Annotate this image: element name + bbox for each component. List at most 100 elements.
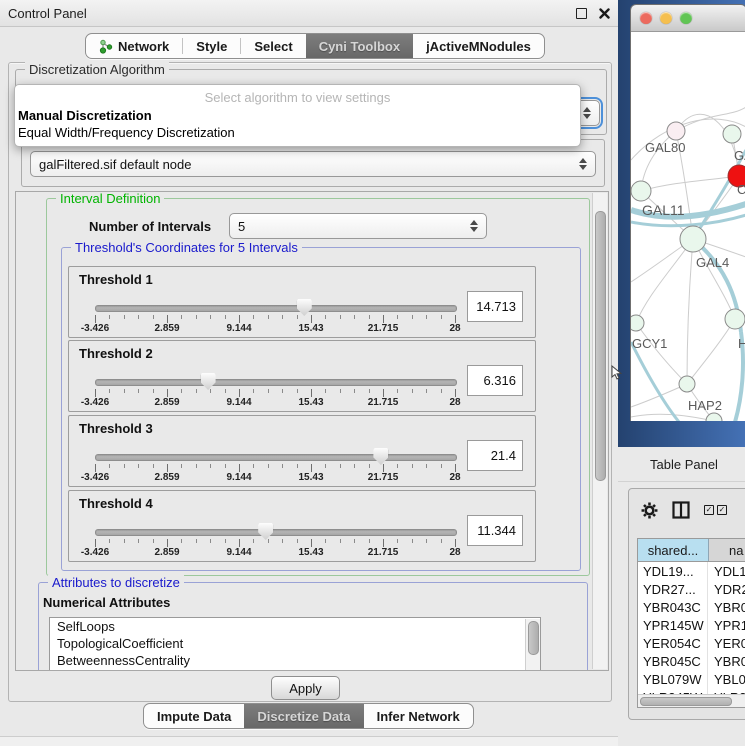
- threshold-value-field[interactable]: 11.344: [467, 515, 523, 546]
- attribute-list-item[interactable]: SelfLoops: [50, 618, 540, 635]
- tab-select[interactable]: Select: [241, 34, 305, 58]
- network-tab-icon: [99, 39, 113, 54]
- attribute-list-item[interactable]: BetweennessCentrality: [50, 652, 540, 669]
- network-node[interactable]: [631, 181, 651, 201]
- slider-tick-label: 2.859: [154, 472, 179, 483]
- cell-name[interactable]: YBR0: [708, 652, 745, 670]
- slider-tick: [253, 389, 254, 393]
- slider-tick: [311, 464, 312, 472]
- cell-shared-name[interactable]: YDR27...: [638, 580, 708, 598]
- attributes-list-scrollbar[interactable]: [525, 619, 540, 671]
- numerical-attributes-list[interactable]: SelfLoopsTopologicalCoefficientBetweenne…: [49, 617, 541, 671]
- checkbox-icon[interactable]: ✓: [704, 505, 714, 515]
- float-panel-icon[interactable]: [576, 8, 587, 19]
- tab-label: jActiveMNodules: [426, 39, 531, 54]
- cell-name[interactable]: YBR0: [708, 598, 745, 616]
- slider-tick-label: 2.859: [154, 547, 179, 558]
- gear-icon[interactable]: [641, 502, 658, 519]
- tab-label: Infer Network: [377, 709, 460, 724]
- cell-shared-name[interactable]: YDL19...: [638, 562, 708, 580]
- table-row[interactable]: YDR27...YDR2: [638, 580, 745, 598]
- threshold-slider[interactable]: [95, 379, 457, 386]
- network-node[interactable]: [680, 226, 706, 252]
- close-icon[interactable]: [599, 8, 610, 19]
- minimize-traffic-light-icon[interactable]: [660, 12, 672, 24]
- scrollbar-thumb[interactable]: [528, 621, 539, 655]
- slider-tick: [210, 315, 211, 319]
- table-row[interactable]: YBR043CYBR0: [638, 598, 745, 616]
- slider-thumb[interactable]: [201, 373, 216, 390]
- slider-tick: [455, 389, 456, 397]
- tab-jactivemnodules[interactable]: jActiveMNodules: [413, 34, 544, 58]
- table-row[interactable]: YDL19...YDL1: [638, 562, 745, 580]
- cell-shared-name[interactable]: YBL079W: [638, 670, 708, 688]
- table-horizontal-scrollbar[interactable]: [638, 694, 745, 707]
- cell-shared-name[interactable]: YBR045C: [638, 652, 708, 670]
- slider-tick: [153, 389, 154, 393]
- table-panel-title: Table Panel: [650, 457, 718, 472]
- slider-tick: [397, 315, 398, 319]
- slider-tick-label: 15.43: [298, 323, 323, 334]
- cell-name[interactable]: YER0: [708, 634, 745, 652]
- slider-tick: [239, 464, 240, 472]
- tab-impute-data[interactable]: Impute Data: [144, 704, 244, 728]
- popup-option-manual-discretization[interactable]: Manual Discretization: [15, 107, 580, 124]
- slider-tick: [412, 315, 413, 319]
- table-data-combobox[interactable]: galFiltered.sif default node: [30, 151, 596, 177]
- tab-style[interactable]: Style: [183, 34, 240, 58]
- table-row[interactable]: YER054CYER0: [638, 634, 745, 652]
- cell-name[interactable]: YDR2: [708, 580, 745, 598]
- network-node[interactable]: [679, 376, 695, 392]
- slider-tick: [181, 389, 182, 393]
- number-of-intervals-combobox[interactable]: 5: [229, 213, 487, 239]
- cell-name[interactable]: YBL0: [708, 670, 745, 688]
- scrollbar-thumb[interactable]: [595, 211, 606, 481]
- split-columns-icon[interactable]: [672, 501, 690, 519]
- checkbox-icon[interactable]: ✓: [717, 505, 727, 515]
- network-node[interactable]: [667, 122, 685, 140]
- threshold-value-field[interactable]: 21.4: [467, 440, 523, 471]
- network-node-label: GAL11: [642, 202, 685, 218]
- slider-thumb[interactable]: [258, 523, 273, 540]
- column-header-name[interactable]: na: [709, 539, 745, 561]
- popup-option-equal-width-frequency[interactable]: Equal Width/Frequency Discretization: [15, 124, 580, 141]
- tab-cyni-toolbox[interactable]: Cyni Toolbox: [306, 34, 413, 58]
- tab-discretize-data[interactable]: Discretize Data: [244, 704, 363, 728]
- scrollbar-thumb[interactable]: [640, 697, 732, 706]
- control-panel: Control Panel NetworkStyleSelectCyni Too…: [0, 0, 619, 745]
- network-node-label: GAL4: [696, 255, 729, 270]
- cell-shared-name[interactable]: YPR145W: [638, 616, 708, 634]
- apply-button[interactable]: Apply: [271, 676, 340, 700]
- network-canvas[interactable]: GAL80GACGAL11GAL4GCY1HHAP2: [631, 32, 745, 421]
- tab-network[interactable]: Network: [86, 34, 182, 58]
- cell-shared-name[interactable]: YBR043C: [638, 598, 708, 616]
- slider-thumb[interactable]: [373, 448, 388, 465]
- network-window-titlebar[interactable]: [631, 5, 745, 32]
- table-row[interactable]: YBL079WYBL0: [638, 670, 745, 688]
- close-traffic-light-icon[interactable]: [640, 12, 652, 24]
- cell-name[interactable]: YDL1: [708, 562, 745, 580]
- settings-scrollbar[interactable]: [592, 193, 607, 669]
- attribute-list-item[interactable]: TopologicalCoefficient: [50, 635, 540, 652]
- tab-infer-network[interactable]: Infer Network: [364, 704, 473, 728]
- threshold-slider[interactable]: [95, 529, 457, 536]
- slider-tick-label: 9.144: [226, 472, 251, 483]
- threshold-value-field[interactable]: 6.316: [467, 365, 523, 396]
- network-node[interactable]: [723, 125, 741, 143]
- network-view-window[interactable]: GAL80GACGAL11GAL4GCY1HHAP2: [630, 4, 745, 421]
- threshold-slider[interactable]: [95, 454, 457, 461]
- threshold-value-field[interactable]: 14.713: [467, 291, 523, 322]
- network-node[interactable]: [725, 309, 745, 329]
- slider-thumb[interactable]: [297, 299, 312, 316]
- node-table[interactable]: shared... na YDL19...YDL1YDR27...YDR2YBR…: [637, 538, 745, 708]
- slider-tick: [225, 539, 226, 543]
- table-row[interactable]: YBR045CYBR0: [638, 652, 745, 670]
- column-header-shared-name[interactable]: shared...: [638, 539, 709, 561]
- cell-name[interactable]: YPR1: [708, 616, 745, 634]
- slider-tick: [397, 389, 398, 393]
- zoom-traffic-light-icon[interactable]: [680, 12, 692, 24]
- network-node[interactable]: [631, 315, 644, 331]
- table-row[interactable]: YPR145WYPR1: [638, 616, 745, 634]
- cell-shared-name[interactable]: YER054C: [638, 634, 708, 652]
- threshold-slider[interactable]: [95, 305, 457, 312]
